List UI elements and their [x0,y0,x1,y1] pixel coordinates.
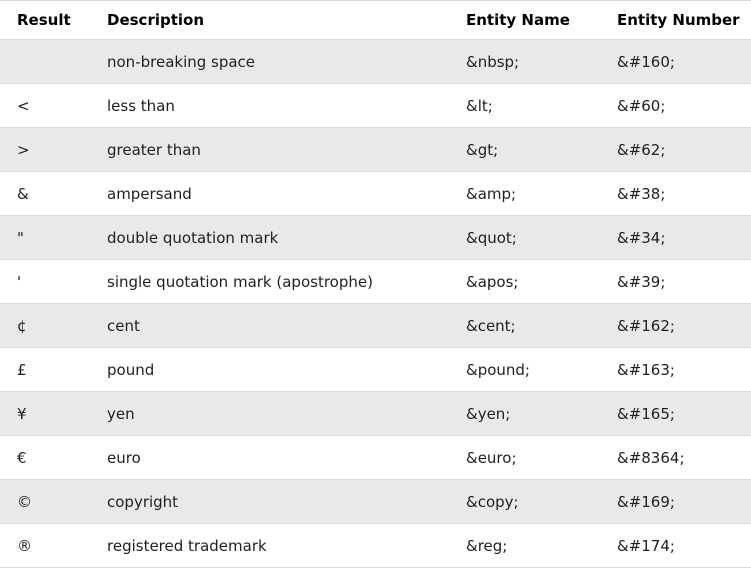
table-row: > greater than &gt; &#62; [0,128,751,172]
table-row: ' single quotation mark (apostrophe) &ap… [0,260,751,304]
description-cell: single quotation mark (apostrophe) [107,272,373,291]
entity-number-cell: &#60; [617,96,666,115]
entity-number-cell: &#165; [617,404,675,423]
entity-name-cell: &nbsp; [466,52,520,71]
description-cell: non-breaking space [107,52,256,71]
description-cell: registered trademark [107,536,267,555]
header-entity-number: Entity Number [617,11,740,29]
table-row: non-breaking space &nbsp; &#160; [0,40,751,84]
description-cell: double quotation mark [107,228,279,247]
table-row: & ampersand &amp; &#38; [0,172,751,216]
entity-name-cell: &lt; [466,96,493,115]
description-cell: yen [107,404,135,423]
entity-number-cell: &#169; [617,492,675,511]
table-row: ® registered trademark &reg; &#174; [0,524,751,568]
description-cell: ampersand [107,184,192,203]
result-cell: ® [17,536,32,555]
entity-table: Result Description Entity Name Entity Nu… [0,0,751,568]
result-cell: " [17,228,24,247]
table-row: < less than &lt; &#60; [0,84,751,128]
table-row: ¥ yen &yen; &#165; [0,392,751,436]
entity-number-cell: &#174; [617,536,675,555]
result-cell: € [17,448,27,467]
entity-name-cell: &euro; [466,448,517,467]
entity-number-cell: &#162; [617,316,675,335]
result-cell: < [17,96,30,115]
description-cell: cent [107,316,140,335]
header-result: Result [17,11,71,29]
result-cell: ¥ [17,404,27,423]
description-cell: euro [107,448,141,467]
description-cell: pound [107,360,155,379]
entity-name-cell: &apos; [466,272,519,291]
entity-number-cell: &#62; [617,140,666,159]
result-cell [17,40,105,83]
table-row: " double quotation mark &quot; &#34; [0,216,751,260]
entity-name-cell: &gt; [466,140,499,159]
entity-name-cell: &reg; [466,536,508,555]
result-cell: & [17,184,29,203]
entity-number-cell: &#39; [617,272,666,291]
table-row: € euro &euro; &#8364; [0,436,751,480]
result-cell: ' [17,272,22,291]
header-description: Description [107,11,205,29]
description-cell: greater than [107,140,201,159]
table-row: £ pound &pound; &#163; [0,348,751,392]
table-row: ¢ cent &cent; &#162; [0,304,751,348]
entity-name-cell: &yen; [466,404,511,423]
entity-name-cell: &quot; [466,228,517,247]
entity-number-cell: &#163; [617,360,675,379]
table-row: © copyright &copy; &#169; [0,480,751,524]
result-cell: ¢ [17,316,27,335]
entity-name-cell: &cent; [466,316,516,335]
entity-number-cell: &#34; [617,228,666,247]
header-entity-name: Entity Name [466,11,570,29]
entity-number-cell: &#38; [617,184,666,203]
entity-number-cell: &#8364; [617,448,685,467]
result-cell: £ [17,360,27,379]
entity-number-cell: &#160; [617,52,675,71]
result-cell: > [17,140,30,159]
description-cell: copyright [107,492,179,511]
entity-name-cell: &pound; [466,360,530,379]
entity-name-cell: &amp; [466,184,517,203]
entity-name-cell: &copy; [466,492,519,511]
result-cell: © [17,492,32,511]
description-cell: less than [107,96,175,115]
table-header-row: Result Description Entity Name Entity Nu… [0,1,751,40]
